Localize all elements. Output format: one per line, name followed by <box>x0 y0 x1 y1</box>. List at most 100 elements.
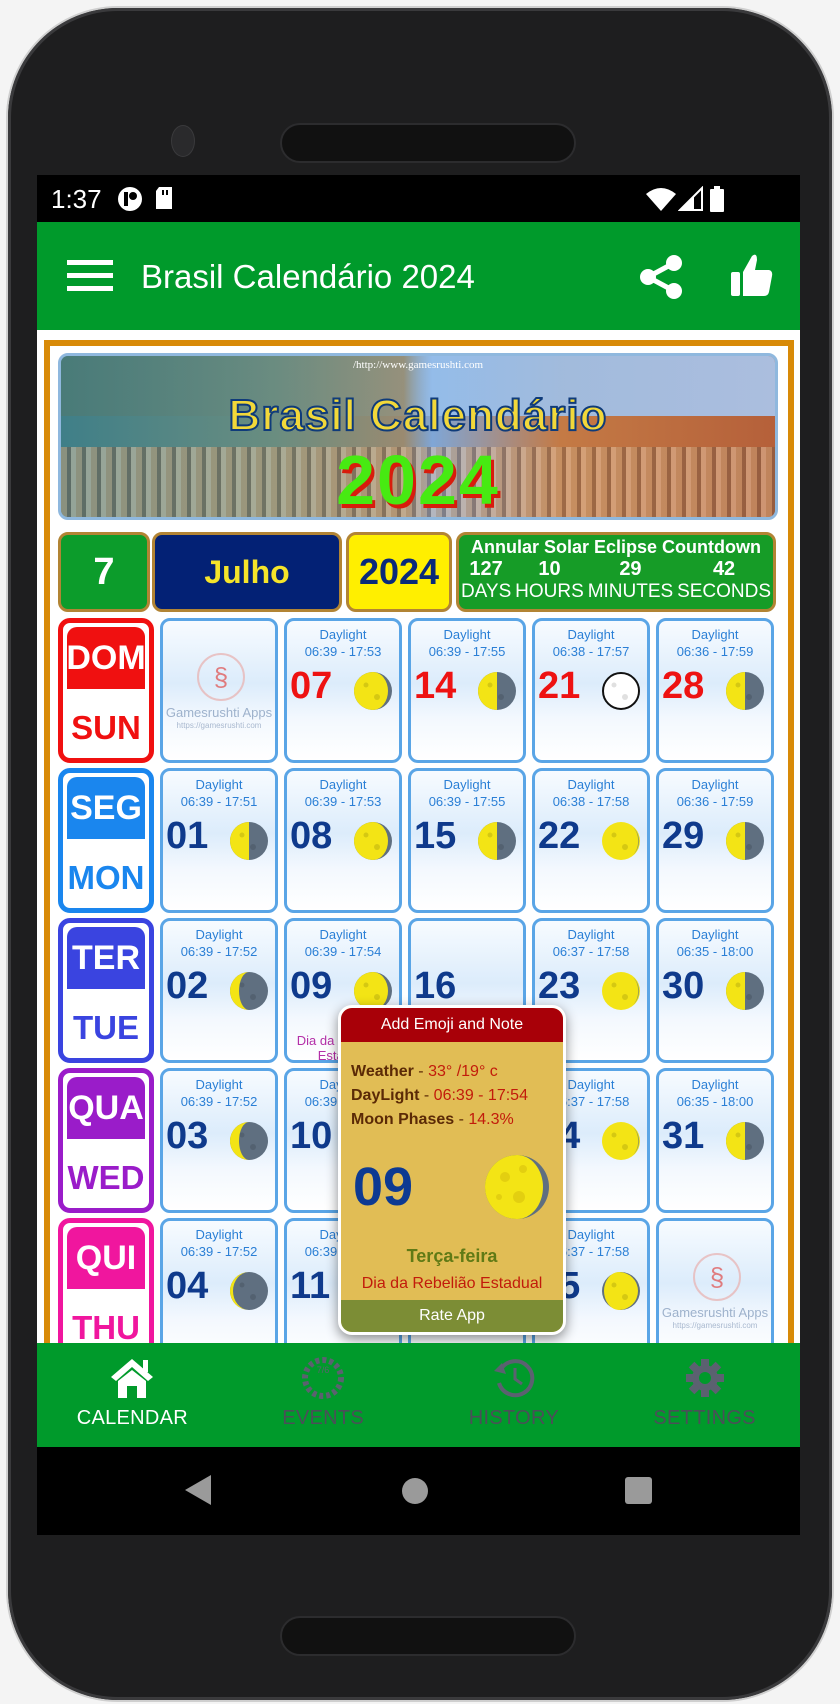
moon-phase-icon <box>230 1272 268 1310</box>
moon-phase-icon <box>726 972 764 1010</box>
moon-phase-value: 14.3% <box>468 1111 514 1128</box>
share-icon[interactable] <box>639 254 685 300</box>
events-icon: 7/6 <box>302 1357 345 1399</box>
moon-phase-icon <box>726 672 764 710</box>
day-number: 15 <box>414 815 457 857</box>
home-icon <box>111 1359 154 1398</box>
weekday-header-mon: SEG MON <box>58 768 154 913</box>
add-emoji-note-button[interactable]: Add Emoji and Note <box>341 1008 563 1042</box>
countdown-hours-label: HOURS <box>515 581 584 602</box>
weekday-en: TUE <box>73 1009 139 1046</box>
day-cell[interactable]: Daylight 06:35 - 18:00 30 <box>656 918 774 1063</box>
front-camera <box>171 125 195 157</box>
month-selector[interactable]: Julho <box>152 532 342 612</box>
app-bar: Brasil Calendário 2024 <box>37 222 800 330</box>
daylight-times: 06:39 - 17:55 <box>428 644 506 659</box>
logo-cell: § Gamesrushti Apps https://gamesrushti.c… <box>656 1218 774 1343</box>
status-bar: 1:37 <box>37 175 800 222</box>
day-number: 07 <box>290 665 333 707</box>
thumbs-up-icon[interactable] <box>730 252 774 298</box>
nav-events-label: EVENTS <box>282 1407 365 1429</box>
eclipse-countdown: Annular Solar Eclipse Countdown 127 DAYS … <box>456 532 776 612</box>
nav-history[interactable]: HISTORY <box>419 1343 610 1447</box>
daylight-label: Daylight <box>195 1227 243 1242</box>
weekday-header-sun: DOM SUN <box>58 618 154 763</box>
calendar-content: /http://www.gamesrushti.com Brasil Calen… <box>37 330 800 1343</box>
day-cell[interactable]: Daylight 06:39 - 17:53 08 <box>284 768 402 913</box>
gamesrushti-logo-icon: § <box>693 1253 741 1301</box>
day-number: 22 <box>538 815 581 857</box>
selected-day-box[interactable]: 7 <box>58 532 150 612</box>
logo-url: https://gamesrushti.com <box>672 1321 758 1330</box>
day-cell[interactable]: Daylight 06:39 - 17:51 01 <box>160 768 278 913</box>
weekday-header-wed: QUA WED <box>58 1068 154 1213</box>
daylight-label: Daylight <box>195 927 243 942</box>
daylight-label: Daylight <box>567 927 615 942</box>
countdown-title: Annular Solar Eclipse Countdown <box>470 537 762 557</box>
moon-phase-icon <box>602 1122 640 1160</box>
day-cell[interactable]: Daylight 06:38 - 17:58 22 <box>532 768 650 913</box>
day-number: 14 <box>414 665 457 707</box>
day-number: 08 <box>290 815 333 857</box>
daylight-label: Daylight <box>195 1077 243 1092</box>
daylight-label: Daylight <box>195 777 243 792</box>
nav-calendar[interactable]: CALENDAR <box>37 1343 228 1447</box>
day-number: 02 <box>166 965 209 1007</box>
back-icon[interactable] <box>185 1475 211 1505</box>
wifi-icon <box>646 188 676 211</box>
day-number: 04 <box>166 1265 209 1307</box>
day-cell[interactable]: Daylight 06:39 - 17:52 04 <box>160 1218 278 1343</box>
weekday-pt: DOM <box>66 627 146 689</box>
banner-image: /http://www.gamesrushti.com Brasil Calen… <box>58 353 778 520</box>
daylight-label: Daylight <box>691 927 739 942</box>
home-button-icon[interactable] <box>402 1478 428 1504</box>
gamesrushti-logo-icon: § <box>197 653 245 701</box>
moon-phase-icon <box>230 1122 268 1160</box>
nav-events[interactable]: 7/6 EVENTS <box>228 1343 419 1447</box>
system-navigation-bar <box>37 1447 800 1535</box>
status-time: 1:37 <box>51 184 102 214</box>
nav-calendar-label: CALENDAR <box>76 1407 189 1429</box>
moon-phase-icon <box>602 1272 640 1310</box>
day-cell[interactable]: Daylight 06:38 - 17:57 21 <box>532 618 650 763</box>
daylight-label: Daylight <box>319 627 367 642</box>
daylight-times: 06:39 - 17:51 <box>180 794 258 809</box>
year-selector[interactable]: 2024 <box>346 532 452 612</box>
day-cell[interactable]: Daylight 06:36 - 17:59 28 <box>656 618 774 763</box>
gear-icon <box>685 1359 724 1397</box>
daylight-times: 06:39 - 17:52 <box>180 944 258 959</box>
banner-url: /http://www.gamesrushti.com <box>352 359 484 371</box>
rate-app-button[interactable]: Rate App <box>341 1300 563 1332</box>
nav-settings[interactable]: SETTINGS <box>609 1343 800 1447</box>
daylight-times: 06:35 - 18:00 <box>676 944 754 959</box>
daylight-times: 06:39 - 17:55 <box>428 794 506 809</box>
day-number: 01 <box>166 815 209 857</box>
bottom-speaker <box>280 1616 576 1656</box>
history-icon <box>493 1359 535 1398</box>
daylight-times: 06:35 - 18:00 <box>676 1094 754 1109</box>
weekday-pt: SEG <box>67 777 145 839</box>
day-cell[interactable]: Daylight 06:39 - 17:53 07 <box>284 618 402 763</box>
daylight-label: Daylight <box>567 777 615 792</box>
day-cell[interactable]: Daylight 06:39 - 17:52 02 <box>160 918 278 1063</box>
day-cell[interactable]: Daylight 06:39 - 17:52 03 <box>160 1068 278 1213</box>
moon-phase-icon <box>726 1122 764 1160</box>
day-cell[interactable]: Daylight 06:35 - 18:00 31 <box>656 1068 774 1213</box>
day-cell[interactable]: Daylight 06:36 - 17:59 29 <box>656 768 774 913</box>
nav-history-label: HISTORY <box>468 1407 560 1429</box>
hamburger-menu-icon[interactable] <box>67 260 113 292</box>
daylight-label: Daylight <box>319 777 367 792</box>
day-number: 23 <box>538 965 581 1007</box>
moon-phase-icon <box>354 822 392 860</box>
daylight-label: Daylight <box>443 777 491 792</box>
daylight-times: 06:39 - 17:53 <box>304 794 382 809</box>
popup-weekday: Terça-feira <box>406 1246 498 1266</box>
day-cell[interactable]: Daylight 06:39 - 17:55 14 <box>408 618 526 763</box>
daylight-times: 06:36 - 17:59 <box>676 644 754 659</box>
daylight-times: 06:39 - 17:52 <box>180 1094 258 1109</box>
weather-value: 33° /19° c <box>428 1063 498 1080</box>
recent-apps-icon[interactable] <box>625 1477 652 1504</box>
day-cell[interactable]: Daylight 06:39 - 17:55 15 <box>408 768 526 913</box>
app-title: Brasil Calendário 2024 <box>141 258 475 295</box>
daylight-value: 06:39 - 17:54 <box>433 1087 528 1104</box>
